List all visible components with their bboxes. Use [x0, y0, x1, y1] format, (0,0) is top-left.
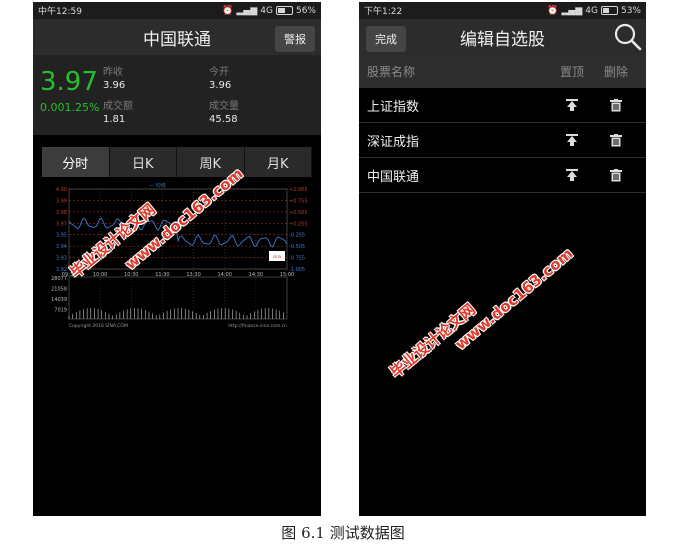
- price-axis-label: 3.98: [56, 210, 67, 216]
- volume-field: 成交量 45.58: [209, 97, 239, 125]
- battery-level: 53%: [620, 5, 641, 16]
- turnover-value: 1.81: [103, 114, 126, 125]
- price-axis-label: 3.93: [56, 256, 67, 262]
- current-price: 3.97: [40, 67, 98, 97]
- trash-icon[interactable]: [589, 98, 643, 112]
- network-type: 4G: [585, 5, 598, 16]
- volume-value: 45.58: [209, 114, 238, 125]
- chart-copyright: Copyright 2016 SINA.COM: [69, 323, 128, 329]
- list-item: 深证成指: [359, 123, 646, 158]
- volume-axis-label: 28077: [51, 276, 67, 282]
- percent-axis-label: +0.505: [289, 210, 308, 216]
- percent-axis-label: +1.005: [289, 187, 308, 193]
- col-delete: 删除: [603, 65, 628, 79]
- network-type: 4G: [260, 5, 273, 16]
- chart-tabs: 分时 日K 周K 月K: [42, 147, 312, 177]
- column-header: 股票名称 置顶 删除: [359, 55, 646, 88]
- volume-label: 成交量: [209, 101, 239, 112]
- prev-close-label: 昨收: [103, 67, 123, 78]
- page-title: 中国联通: [143, 29, 211, 50]
- battery-level: 56%: [295, 5, 316, 16]
- pin-to-top-icon[interactable]: [555, 168, 589, 182]
- percent-axis-label: -0.755: [289, 256, 305, 262]
- list-item: 中国联通: [359, 158, 646, 193]
- list-item: 上证指数: [359, 88, 646, 123]
- figure-caption: 图 6.1 测试数据图: [281, 524, 405, 542]
- tab-daily-k[interactable]: 日K: [110, 147, 177, 177]
- turnover-field: 成交额 1.81: [103, 97, 133, 125]
- done-button[interactable]: 完成: [366, 26, 406, 52]
- pin-to-top-icon[interactable]: [555, 133, 589, 147]
- search-icon[interactable]: [612, 22, 644, 56]
- tab-monthly-k[interactable]: 月K: [245, 147, 312, 177]
- status-bar: 下午1:22 ⏰ ▂▄▆ 4G 53%: [359, 2, 646, 19]
- prev-close-value: 3.96: [103, 80, 126, 91]
- percent-axis-label: +0.255: [289, 221, 308, 227]
- price-change: 0.001.25%: [40, 101, 99, 114]
- tab-intraday[interactable]: 分时: [42, 147, 110, 177]
- alarm-icon: ⏰: [547, 5, 559, 16]
- turnover-label: 成交额: [103, 101, 133, 112]
- stock-name: 深证成指: [367, 134, 420, 150]
- chart-legend: — 均线: [149, 182, 166, 189]
- price-axis-label: 3.97: [56, 221, 67, 227]
- volume-axis-label: 7019: [54, 308, 67, 314]
- percent-axis-label: -0.255: [289, 233, 305, 239]
- status-bar: 中午12:59 ⏰ ▂▄▆ 4G 56%: [33, 2, 321, 19]
- prev-close-field: 昨收 3.96: [103, 63, 125, 91]
- stock-name: 上证指数: [367, 99, 420, 115]
- phone-screen-quote: 中午12:59 ⏰ ▂▄▆ 4G 56% 中国联通 警报 3.97 0.001.…: [33, 2, 321, 516]
- volume-axis-label: 14039: [51, 297, 67, 303]
- chart-svg: 4.00 +1.005 3.99 +0.755 3.98 +0.505 3.97 +0.255…: [51, 182, 308, 329]
- battery-icon: [600, 6, 618, 15]
- price-axis-label: 3.95: [56, 233, 67, 239]
- percent-axis-label: -0.505: [289, 244, 305, 250]
- price-axis-label: 3.94: [56, 244, 67, 250]
- col-stock-name: 股票名称: [367, 65, 416, 79]
- stock-list: 上证指数 深证成指 中国联通: [359, 88, 646, 193]
- status-time: 中午12:59: [38, 7, 82, 17]
- signal-icon: ▂▄▆: [561, 5, 583, 16]
- title-bar: 中国联通 警报: [33, 19, 321, 55]
- chart-source: http://finance.sina.com.cn: [228, 323, 287, 329]
- open-value: 3.96: [209, 80, 232, 91]
- volume-axis-label: 21058: [51, 287, 67, 293]
- price-axis-label: 3.99: [56, 198, 67, 204]
- open-label: 今开: [209, 67, 229, 78]
- price-line: [68, 217, 288, 248]
- battery-icon: [275, 6, 293, 15]
- page-title: 编辑自选股: [460, 29, 545, 50]
- status-time: 下午1:22: [364, 7, 403, 17]
- percent-axis-label: +0.755: [289, 198, 308, 204]
- price-axis-label: 4.00: [56, 187, 67, 193]
- alarm-icon: ⏰: [222, 5, 234, 16]
- tab-weekly-k[interactable]: 周K: [177, 147, 245, 177]
- phone-screen-edit-watchlist: 下午1:22 ⏰ ▂▄▆ 4G 53% 完成 编辑自选股 股票名称 置顶 删除 …: [359, 2, 646, 516]
- title-bar: 完成 编辑自选股: [359, 19, 646, 55]
- trash-icon[interactable]: [589, 168, 643, 182]
- change-value: 0.00: [40, 101, 65, 114]
- stock-name: 中国联通: [367, 169, 420, 185]
- quote-panel: 3.97 0.001.25% 昨收 3.96 今开 3.96 成交额 1.81 …: [33, 55, 321, 135]
- pin-to-top-icon[interactable]: [555, 98, 589, 112]
- price-plot-frame: [68, 188, 288, 270]
- sina-badge-label: sina: [273, 254, 282, 259]
- change-percent: 1.25%: [64, 101, 100, 114]
- alert-button[interactable]: 警报: [275, 26, 315, 52]
- open-field: 今开 3.96: [209, 63, 231, 91]
- signal-icon: ▂▄▆: [236, 5, 258, 16]
- trash-icon[interactable]: [589, 133, 643, 147]
- intraday-chart: 4.00 +1.005 3.99 +0.755 3.98 +0.505 3.97 +0.255…: [43, 181, 313, 329]
- col-pin: 置顶: [559, 65, 584, 79]
